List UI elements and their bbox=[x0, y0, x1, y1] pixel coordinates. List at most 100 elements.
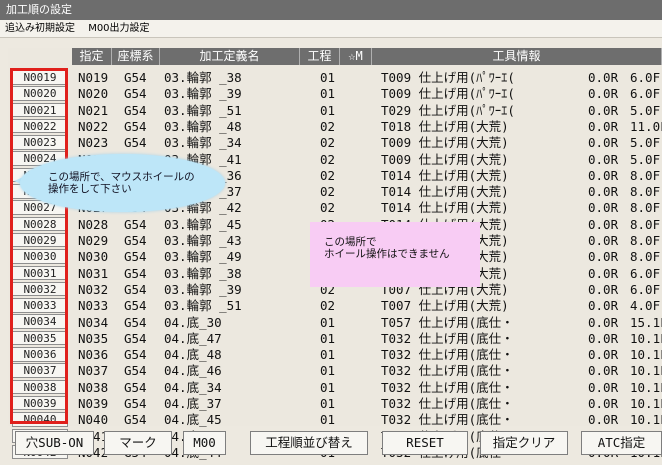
cell-diameter: 11.0F) bbox=[630, 118, 662, 134]
m00-button[interactable]: M00 bbox=[183, 431, 226, 455]
cell-process: 02 bbox=[320, 118, 336, 134]
cell-process: 01 bbox=[320, 347, 336, 363]
cell-process: 01 bbox=[320, 396, 336, 411]
menu-item-m00-output[interactable]: M00出力設定 bbox=[83, 23, 154, 34]
clear-designation-button[interactable]: 指定クリア bbox=[480, 431, 568, 455]
cell-diameter: 6.0F) bbox=[630, 265, 662, 281]
cell-definition-name: 04.底_46 bbox=[164, 363, 222, 379]
atc-designation-button[interactable]: ATC指定 bbox=[581, 431, 662, 455]
cell-diameter: 4.0F) bbox=[630, 298, 662, 314]
cell-definition-name: 03.輪郭 _51 bbox=[164, 102, 242, 118]
header-star-m: ☆M bbox=[340, 48, 372, 65]
cell-tool: T007 仕上げ用(大荒) bbox=[381, 298, 509, 314]
cell-coordinate-system: G54 bbox=[124, 347, 147, 363]
cell-coordinate-system: G54 bbox=[124, 70, 147, 85]
cell-number: N030 bbox=[78, 249, 109, 265]
table-row[interactable]: N037 G54 04.底_46 01 T032 仕上げ用(底仕・ 0.0R 10.1F) bbox=[78, 363, 662, 379]
cell-number: N023 bbox=[78, 135, 109, 151]
cell-tool: T032 仕上げ用(底仕・ bbox=[381, 330, 514, 346]
cell-process: 02 bbox=[320, 135, 336, 151]
cell-tool: T009 仕上げ用(大荒) bbox=[381, 151, 509, 167]
cell-number: N036 bbox=[78, 347, 109, 363]
cell-radius: 0.0R bbox=[588, 118, 619, 134]
cell-number: N020 bbox=[78, 86, 109, 102]
cell-radius: 0.0R bbox=[588, 347, 619, 363]
cell-coordinate-system: G54 bbox=[124, 330, 147, 346]
cell-diameter: 5.0F) bbox=[630, 135, 662, 151]
cell-definition-name: 04.底_37 bbox=[164, 396, 222, 411]
table-row[interactable]: N019 G54 03.輪郭 _38 01 T009 仕上げ用(ﾊﾟﾜｰｴ(0.0R 6.… bbox=[78, 70, 662, 86]
cell-tool: T009 仕上げ用(大荒) bbox=[381, 135, 509, 151]
cell-definition-name: 03.輪郭 _43 bbox=[164, 233, 242, 248]
cell-definition-name: 03.輪郭 _45 bbox=[164, 216, 242, 232]
cell-radius: 0.0R bbox=[588, 167, 619, 183]
cell-diameter: 8.0F) bbox=[630, 233, 662, 248]
cell-tool: T032 仕上げ用(底仕・ bbox=[381, 396, 514, 411]
header-process: 工程 bbox=[300, 48, 340, 65]
menu-item-initial-settings[interactable]: 追込み初期設定 bbox=[0, 23, 80, 34]
cell-number: N029 bbox=[78, 233, 109, 248]
cell-coordinate-system: G54 bbox=[124, 281, 147, 297]
table-row[interactable]: N020 G54 03.輪郭 _39 01 T009 仕上げ用(ﾊﾟﾜｰｴ(0.0R 6.… bbox=[78, 86, 662, 102]
cell-process: 01 bbox=[320, 70, 336, 85]
cell-diameter: 10.1F) bbox=[630, 330, 662, 346]
menu-bar: 追込み初期設定 M00出力設定 bbox=[0, 20, 662, 38]
cell-process: 01 bbox=[320, 314, 336, 330]
cell-radius: 0.0R bbox=[588, 379, 619, 395]
cell-radius: 0.0R bbox=[588, 396, 619, 411]
cell-definition-name: 03.輪郭 _49 bbox=[164, 249, 242, 265]
reset-button[interactable]: RESET bbox=[382, 431, 468, 455]
cell-process: 02 bbox=[320, 298, 336, 314]
table-row[interactable]: N022 G54 03.輪郭 _48 02 T018 仕上げ用(大荒) 0.0R 11.0F… bbox=[78, 119, 662, 135]
cell-number: N019 bbox=[78, 70, 109, 85]
hole-sub-on-button[interactable]: 穴SUB-ON bbox=[15, 431, 94, 455]
cell-process: 02 bbox=[320, 167, 336, 183]
cell-diameter: 5.0F) bbox=[630, 102, 662, 118]
table-row[interactable]: N034 G54 04.底_30 01 T057 仕上げ用(底仕・ 0.0R 15.1F) bbox=[78, 315, 662, 331]
cell-coordinate-system: G54 bbox=[124, 396, 147, 411]
cell-coordinate-system: G54 bbox=[124, 249, 147, 265]
cell-tool: T032 仕上げ用(底仕・ bbox=[381, 347, 514, 363]
cell-diameter: 10.1F) bbox=[630, 363, 662, 379]
cell-radius: 0.0R bbox=[588, 70, 619, 85]
cell-radius: 0.0R bbox=[588, 330, 619, 346]
table-row[interactable]: N035 G54 04.底_47 01 T032 仕上げ用(底仕・ 0.0R 10.1F) bbox=[78, 331, 662, 347]
table-row[interactable]: N038 G54 04.底_34 01 T032 仕上げ用(底仕・ 0.0R 10.1F) bbox=[78, 380, 662, 396]
header-definition-name: 加工定義名 bbox=[160, 48, 300, 65]
table-row[interactable]: N039 G54 04.底_37 01 T032 仕上げ用(底仕・ 0.0R 10.1F) bbox=[78, 396, 662, 412]
cell-coordinate-system: G54 bbox=[124, 314, 147, 330]
cell-radius: 0.0R bbox=[588, 135, 619, 151]
header-coordinate-system: 座標系 bbox=[112, 48, 160, 65]
cell-process: 01 bbox=[320, 363, 336, 379]
cell-tool: T032 仕上げ用(底仕・ bbox=[381, 412, 514, 428]
table-row[interactable]: N040 G54 04.底_45 01 T032 仕上げ用(底仕・ 0.0R 10.1F) bbox=[78, 412, 662, 428]
cell-number: N035 bbox=[78, 330, 109, 346]
mark-button[interactable]: マーク bbox=[104, 431, 172, 455]
cell-coordinate-system: G54 bbox=[124, 86, 147, 102]
cell-diameter: 6.0F) bbox=[630, 86, 662, 102]
cell-radius: 0.0R bbox=[588, 86, 619, 102]
cell-radius: 0.0R bbox=[588, 233, 619, 248]
table-row[interactable]: N023 G54 03.輪郭 _34 02 T009 仕上げ用(大荒) 0.0R 5.0F) bbox=[78, 135, 662, 151]
cell-process: 01 bbox=[320, 330, 336, 346]
table-row[interactable]: N033 G54 03.輪郭 _51 02 T007 仕上げ用(大荒) 0.0R 4.0F) bbox=[78, 298, 662, 314]
cell-diameter: 8.0F) bbox=[630, 184, 662, 200]
cell-number: N032 bbox=[78, 281, 109, 297]
cell-definition-name: 03.輪郭 _34 bbox=[164, 135, 242, 151]
cell-process: 02 bbox=[320, 184, 336, 200]
table-row[interactable]: N036 G54 04.底_48 01 T032 仕上げ用(底仕・ 0.0R 10.1F) bbox=[78, 347, 662, 363]
table-row[interactable]: N021 G54 03.輪郭 _51 01 T029 仕上げ用(ﾊﾟﾜｰｴ(0.0R 5.… bbox=[78, 103, 662, 119]
cell-radius: 0.0R bbox=[588, 102, 619, 118]
cell-definition-name: 04.底_30 bbox=[164, 314, 222, 330]
cell-diameter: 10.1F) bbox=[630, 347, 662, 363]
cell-number: N038 bbox=[78, 379, 109, 395]
cell-diameter: 6.0F) bbox=[630, 281, 662, 297]
reorder-process-button[interactable]: 工程順並び替え bbox=[250, 431, 368, 455]
cell-tool: T029 仕上げ用(ﾊﾟﾜｰｴ( bbox=[381, 102, 515, 118]
cell-coordinate-system: G54 bbox=[124, 102, 147, 118]
cell-tool: T018 仕上げ用(大荒) bbox=[381, 118, 509, 134]
cell-coordinate-system: G54 bbox=[124, 265, 147, 281]
cell-coordinate-system: G54 bbox=[124, 363, 147, 379]
cell-process: 01 bbox=[320, 86, 336, 102]
cell-diameter: 8.0F) bbox=[630, 249, 662, 265]
